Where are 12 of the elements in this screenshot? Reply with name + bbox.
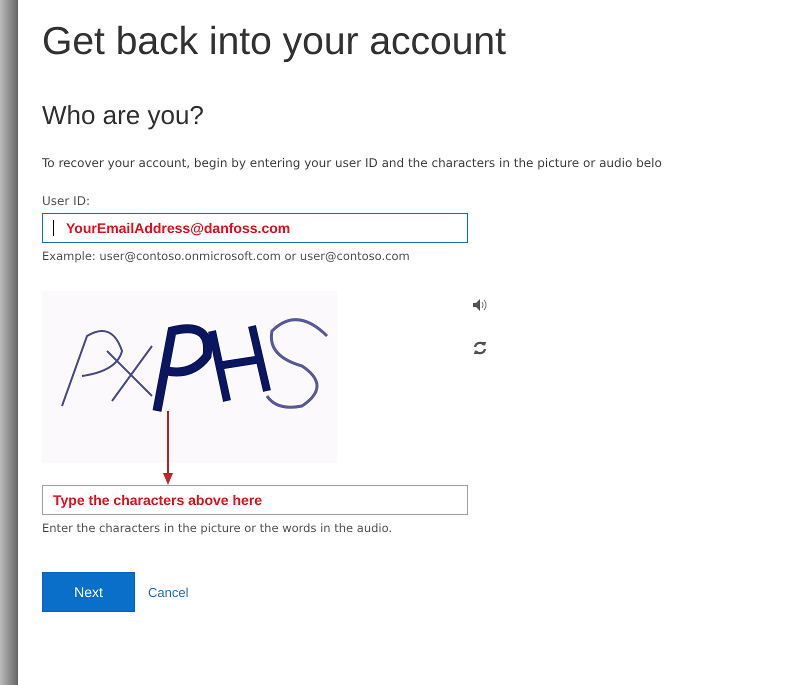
- captcha-hint: Enter the characters in the picture or the words in the audio.: [42, 521, 394, 535]
- section-title: Who are you?: [42, 100, 205, 131]
- next-button[interactable]: Next: [42, 572, 135, 612]
- cancel-link[interactable]: Cancel: [148, 584, 188, 600]
- field-label: User ID:: [42, 194, 91, 208]
- refresh-icon[interactable]: [473, 341, 487, 355]
- page-title: Get back into your account: [42, 20, 507, 65]
- example-text: Example: user@contoso.onmicrosoft.com or user@contoso.com: [42, 249, 411, 263]
- speaker-icon[interactable]: [473, 299, 487, 311]
- captcha-field[interactable]: Type the characters above here: [42, 485, 468, 515]
- instructions-text: To recover your account, begin by entering your user ID and the characters in the picture or audio belo: [42, 156, 663, 170]
- user-id-field[interactable]: YourEmailAddress@danfoss.com: [42, 213, 468, 243]
